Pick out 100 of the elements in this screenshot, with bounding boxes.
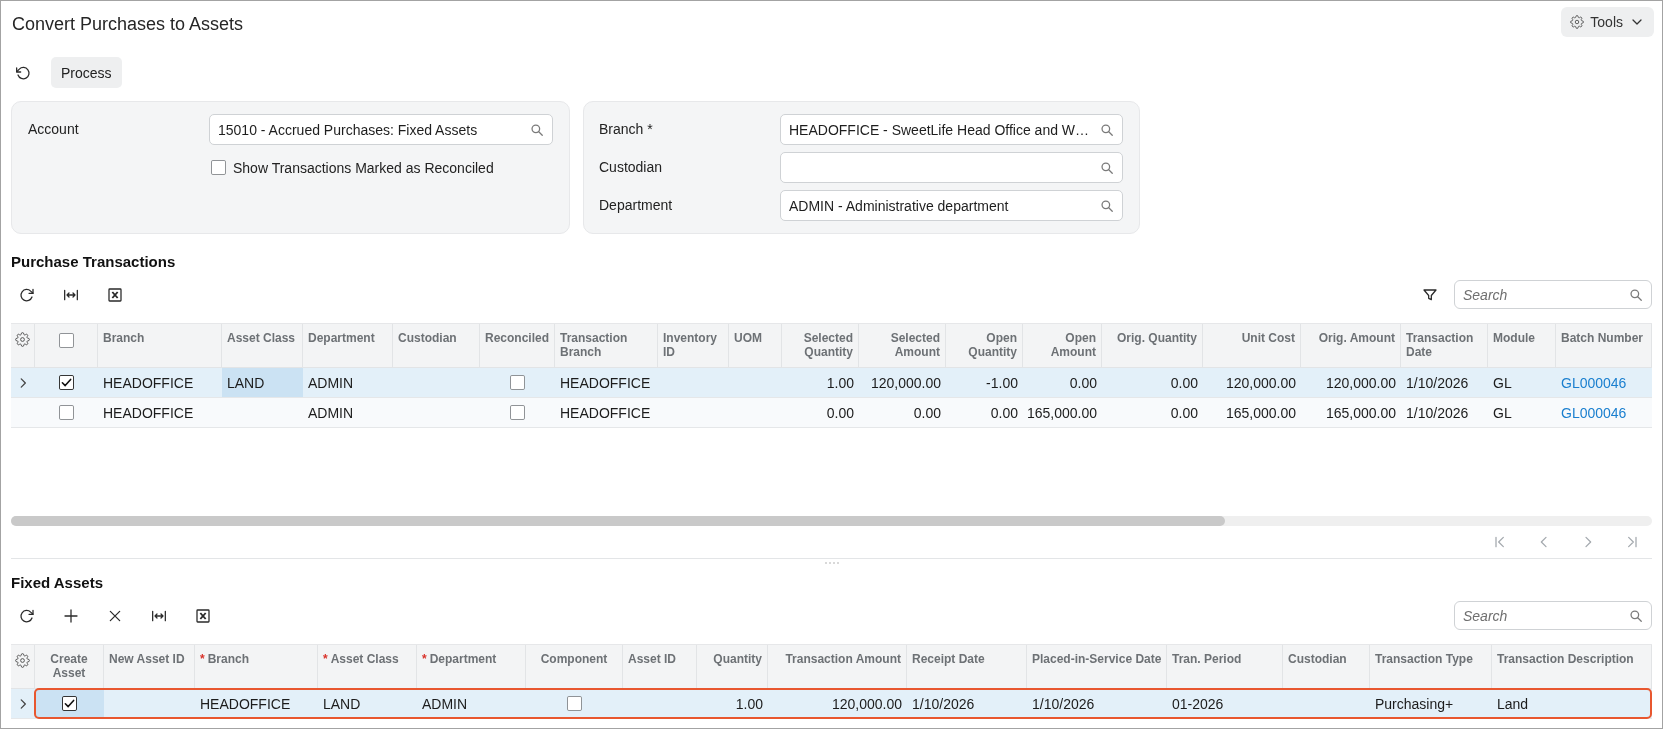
table-link[interactable]: GL000046: [1561, 404, 1627, 421]
row-checkbox[interactable]: [59, 375, 74, 390]
table-cell-text: 165,000.00: [1025, 403, 1098, 423]
lookup-field[interactable]: HEADOFFICE - SweetLife Head Office and W…: [780, 114, 1123, 145]
lookup-field[interactable]: ADMIN - Administrative department: [780, 190, 1123, 221]
column-header[interactable]: Receipt Date: [912, 652, 985, 666]
table-cell-text: 0.00: [1068, 373, 1098, 393]
refresh-icon: [19, 607, 35, 624]
table-cell-text: HEADOFFICE: [559, 403, 652, 423]
search-field[interactable]: Search: [1454, 280, 1652, 309]
column-header[interactable]: Open Amount: [1026, 331, 1096, 359]
column-header[interactable]: Tran. Period: [1172, 652, 1242, 666]
table-cell-text: 0.00: [989, 403, 1019, 423]
tools-button[interactable]: Tools: [1561, 7, 1654, 37]
table-checkbox[interactable]: [62, 696, 77, 711]
table-cell-text: 120,000.00: [1324, 373, 1397, 393]
search-icon: [1629, 608, 1643, 623]
table-cell-text: GL: [1492, 403, 1513, 423]
table-cell-text: 120,000.00: [830, 694, 903, 714]
settings-icon[interactable]: [15, 653, 30, 668]
boxed-x-icon: [195, 607, 211, 624]
column-header[interactable]: Batch Number: [1561, 331, 1643, 345]
search-icon: [1629, 287, 1643, 302]
field-label: Account: [28, 120, 80, 139]
section-title: Purchase Transactions: [11, 253, 177, 271]
column-header[interactable]: Quantity: [713, 652, 762, 666]
select-all-checkbox[interactable]: [58, 333, 74, 348]
column-header[interactable]: Open Quantity: [949, 331, 1017, 359]
table-checkbox[interactable]: [510, 375, 525, 390]
table-cell-text: HEADOFFICE: [102, 403, 195, 423]
column-header[interactable]: Placed-in-Service Date: [1032, 652, 1162, 666]
column-header[interactable]: Department: [429, 652, 497, 666]
table-cell-text: LAND: [322, 694, 362, 714]
column-header[interactable]: Asset Class: [227, 331, 296, 345]
settings-icon[interactable]: [15, 332, 30, 347]
table-row[interactable]: HEADOFFICE LAND ADMIN 1.00 120,000.00 1/10/2026 1/10/2026 01-2026 Purchasing+ Land: [11, 689, 1652, 719]
search-icon[interactable]: [1100, 160, 1114, 175]
required-asterisk: *: [422, 652, 427, 666]
column-header[interactable]: Create Asset: [37, 652, 101, 680]
column-header[interactable]: Asset Class: [330, 652, 399, 666]
settings-icon: [1570, 15, 1585, 29]
column-header[interactable]: Unit Cost: [1241, 331, 1295, 345]
table-cell-text: 1/10/2026: [1031, 694, 1096, 714]
field-label: Branch *: [599, 120, 654, 139]
column-header[interactable]: Transaction Date: [1406, 331, 1483, 359]
column-header[interactable]: Selected Quantity: [785, 331, 853, 359]
column-header[interactable]: Transaction Branch: [560, 331, 653, 359]
column-header[interactable]: Orig. Quantity: [1117, 331, 1197, 345]
page-title: Convert Purchases to Assets: [12, 13, 244, 35]
table-cell-text: 0.00: [1169, 373, 1199, 393]
refresh-icon: [19, 286, 35, 303]
search-icon[interactable]: [530, 122, 544, 137]
column-header[interactable]: Transaction Description: [1497, 652, 1634, 666]
column-header[interactable]: Reconciled: [485, 331, 549, 345]
column-header[interactable]: Branch: [103, 331, 145, 345]
column-header[interactable]: Component: [540, 652, 608, 666]
checkbox-label[interactable]: Show Transactions Marked as Reconciled: [233, 159, 494, 176]
table-cell-text: HEADOFFICE: [559, 373, 652, 393]
boxed-x-icon: [107, 286, 123, 303]
table-checkbox[interactable]: [510, 405, 525, 420]
search-icon[interactable]: [1100, 198, 1114, 213]
table-row[interactable]: HEADOFFICE ADMIN HEADOFFICE 0.00 0.00 0.00 165,000.00 0.00 165,000.00 165,000.00 1/10/2026 GL GL000046: [11, 398, 1652, 428]
required-asterisk: *: [200, 652, 205, 666]
column-header[interactable]: Orig. Amount: [1318, 331, 1395, 345]
process-button[interactable]: Process: [51, 57, 122, 88]
column-header[interactable]: Department: [308, 331, 375, 345]
table-cell-text: Purchasing+: [1374, 694, 1455, 714]
column-header[interactable]: Asset ID: [628, 652, 677, 666]
search-field[interactable]: Search: [1454, 601, 1652, 630]
table-cell-text: 165,000.00: [1324, 403, 1397, 423]
scrollbar-thumb[interactable]: [11, 516, 1226, 526]
checkbox[interactable]: [211, 160, 226, 175]
row-checkbox[interactable]: [59, 405, 74, 420]
field-label: Custodian: [599, 158, 664, 177]
table-cell-text: HEADOFFICE: [102, 373, 195, 393]
table-link[interactable]: GL000046: [1561, 374, 1627, 391]
lookup-field[interactable]: 15010 - Accrued Purchases: Fixed Assets: [209, 114, 553, 145]
table-cell-text: -1.00: [985, 373, 1019, 393]
table-cell-text: 165,000.00: [1224, 403, 1297, 423]
column-header[interactable]: Branch: [207, 652, 249, 666]
plus-icon: [63, 607, 79, 624]
column-header[interactable]: UOM: [734, 331, 762, 345]
column-header[interactable]: Custodian: [1288, 652, 1347, 666]
column-header[interactable]: Transaction Type: [1375, 652, 1473, 666]
lookup-field[interactable]: [780, 152, 1123, 183]
table-row[interactable]: HEADOFFICE LAND ADMIN HEADOFFICE 1.00 120,000.00 -1.00 0.00 0.00 120,000.00 120,000.00 1/10/2026 GL GL000046: [11, 368, 1652, 398]
table-cell-text: ADMIN: [307, 373, 355, 393]
column-header[interactable]: Custodian: [398, 331, 457, 345]
search-icon[interactable]: [1100, 122, 1114, 137]
column-header[interactable]: Module: [1493, 331, 1535, 345]
scrollbar-track[interactable]: [11, 516, 1652, 526]
table-cell-text: 01-2026: [1171, 694, 1225, 714]
column-header[interactable]: Selected Amount: [862, 331, 940, 359]
table-cell-text: 120,000.00: [1224, 373, 1297, 393]
column-header[interactable]: Transaction Amount: [785, 652, 901, 666]
table-cell-text: HEADOFFICE: [199, 694, 292, 714]
column-header[interactable]: New Asset ID: [109, 652, 185, 666]
table-cell-text: GL: [1492, 373, 1513, 393]
column-header[interactable]: Inventory ID: [663, 331, 724, 359]
table-checkbox[interactable]: [567, 696, 582, 711]
